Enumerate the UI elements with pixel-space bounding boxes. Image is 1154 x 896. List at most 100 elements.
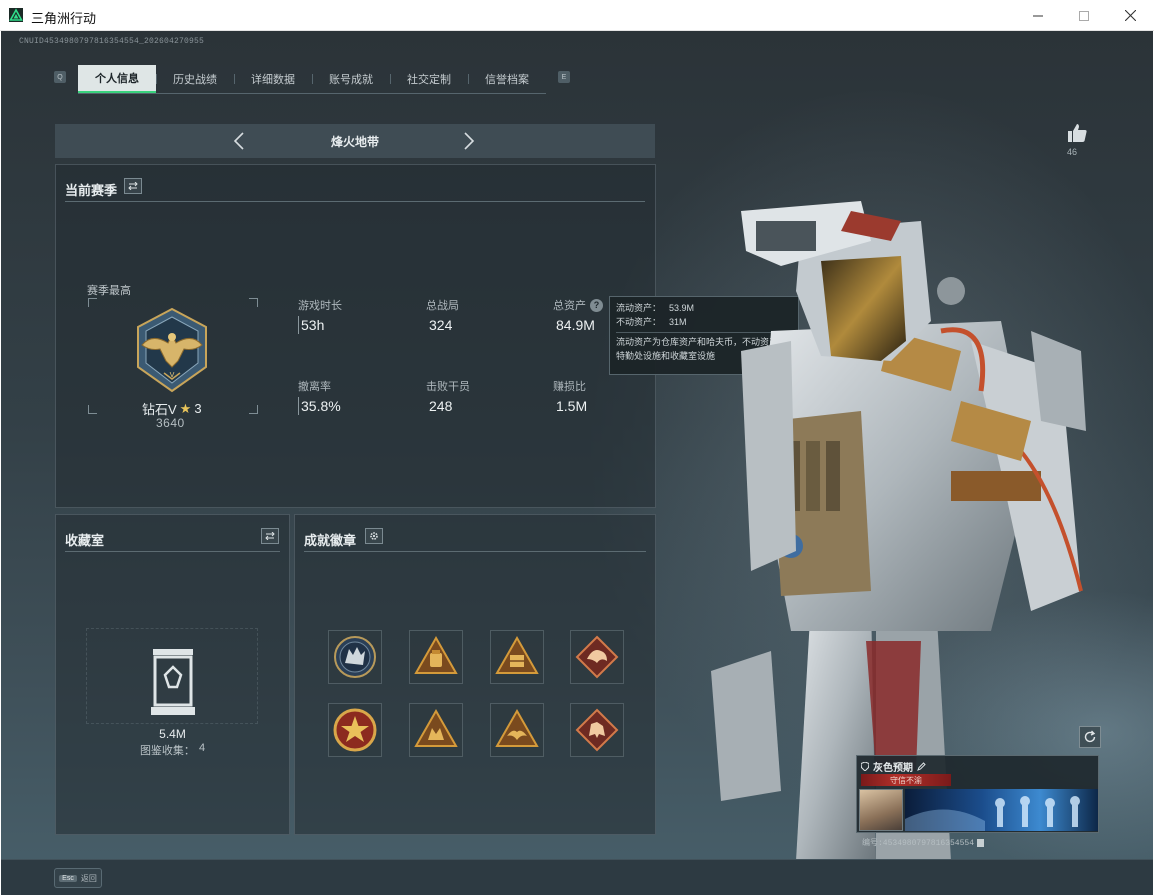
wolf-emblem-icon — [334, 636, 376, 678]
stat-value: 1.5M — [556, 398, 588, 414]
dragon-diamond-icon — [575, 635, 619, 679]
collection-title: 收藏室 — [65, 533, 105, 548]
tab-personal-info[interactable]: 个人信息 — [78, 65, 156, 93]
card-uid: 编号:4534980797816354554 — [862, 837, 985, 848]
help-icon[interactable]: ? — [590, 298, 603, 312]
rank-score: 3640 — [156, 416, 185, 430]
tab-social-custom[interactable]: 社交定制 — [390, 65, 468, 93]
mode-selector: 烽火地带 — [55, 124, 655, 158]
stat-label: 总战局 — [426, 300, 459, 312]
backpack-triangle-icon — [414, 635, 458, 674]
card-uid-text: 编号:4534980797816354554 — [862, 839, 975, 848]
maximize-icon — [1079, 10, 1089, 21]
badge-slot[interactable] — [570, 630, 624, 684]
swap-icon — [128, 182, 138, 190]
season-switch-button[interactable] — [124, 178, 142, 194]
star-medal-icon — [333, 708, 377, 752]
collection-switch-button[interactable] — [261, 528, 279, 544]
refresh-icon — [1084, 730, 1096, 743]
close-icon — [1124, 10, 1136, 21]
minimize-icon — [1033, 15, 1043, 16]
minimize-button[interactable] — [1015, 0, 1061, 31]
badge-slot[interactable] — [409, 703, 463, 757]
badge-slot[interactable] — [328, 703, 382, 757]
badge-slot[interactable] — [570, 703, 624, 757]
card-name-text: 灰色预期 — [873, 763, 913, 774]
tooltip-liquid-value: 53.9M — [669, 303, 695, 313]
beast-triangle-icon — [414, 708, 458, 747]
mode-next-button[interactable] — [460, 130, 478, 152]
crate-triangle-icon — [495, 635, 539, 674]
stat-profit-ratio: 赚损比 1.5M — [553, 379, 587, 415]
tab-history[interactable]: 历史战绩 — [156, 65, 234, 93]
stat-play-time: 游戏时长 53h — [298, 298, 342, 334]
stat-total-matches: 总战局 324 — [426, 298, 459, 334]
collection-panel: 收藏室 5.4M 图鉴收集： 4 — [55, 514, 290, 835]
tab-next-key[interactable]: E — [558, 71, 570, 83]
tab-credit-record[interactable]: 信誉档案 — [468, 65, 546, 93]
collection-divider — [65, 551, 280, 552]
tooltip-liquid-label: 流动资产： — [616, 303, 662, 313]
swap-icon — [265, 532, 275, 540]
stat-value: 35.8% — [301, 398, 341, 414]
maximize-button[interactable] — [1061, 0, 1107, 31]
refresh-button[interactable] — [1079, 726, 1101, 748]
badge-slot[interactable] — [328, 630, 382, 684]
badge-slot[interactable] — [490, 703, 544, 757]
stat-label: 总资产 — [553, 300, 586, 312]
vault-display-case-icon[interactable] — [147, 647, 199, 717]
stat-label: 击败干员 — [426, 381, 470, 393]
stat-value: 248 — [429, 398, 453, 414]
eagle-triangle-icon — [495, 708, 539, 747]
badge-slot[interactable] — [409, 630, 463, 684]
tab-achievements[interactable]: 账号成就 — [312, 65, 390, 93]
season-divider — [65, 201, 645, 202]
rank-stars: 3 — [194, 401, 202, 416]
shield-icon — [861, 762, 869, 771]
stat-total-assets: 总资产? 84.9M — [553, 298, 603, 334]
uid-text: CNUID4534980797816354554_202604270955 — [19, 37, 205, 46]
chevron-right-icon — [464, 132, 475, 150]
vault-value: 5.4M — [159, 727, 186, 741]
window-title: 三角洲行动 — [31, 12, 97, 27]
diamond-rank-emblem-icon: V — [137, 307, 207, 393]
stat-label: 撤离率 — [298, 381, 331, 393]
window-titlebar: 三角洲行动 — [0, 0, 1154, 31]
tab-prev-key[interactable]: Q — [54, 71, 66, 83]
stat-label: 游戏时长 — [298, 300, 342, 312]
esc-key-label: Esc — [59, 874, 77, 882]
back-label: 返回 — [80, 873, 97, 883]
vault-count-value: 4 — [198, 742, 206, 754]
star-icon: ★ — [179, 400, 192, 416]
edit-icon[interactable] — [917, 762, 926, 771]
vault-count: 图鉴收集： 4 — [56, 742, 289, 758]
copy-icon[interactable] — [977, 838, 985, 847]
stat-kills: 击败干员 248 — [426, 379, 470, 415]
badges-settings-button[interactable] — [365, 528, 383, 544]
card-banner-image — [905, 789, 1098, 831]
game-viewport: CNUID4534980797816354554_202604270955 Q … — [1, 31, 1153, 895]
stat-value: 53h — [301, 317, 325, 333]
player-card[interactable]: 灰色预期 守信不渝 — [856, 755, 1099, 833]
profile-tabs: 个人信息 历史战绩 详细数据 账号成就 社交定制 信誉档案 — [78, 65, 546, 93]
thumbs-up-icon[interactable] — [1066, 122, 1088, 144]
mode-prev-button[interactable] — [230, 130, 248, 152]
current-season-panel: 当前赛季 赛季最高 V 钻石V ★ 3 3640 游戏时长 53h 总战局 32… — [55, 164, 656, 508]
svg-text:V: V — [170, 371, 175, 379]
achievement-badges-panel: 成就徽章 — [294, 514, 656, 835]
badges-title: 成就徽章 — [304, 533, 357, 548]
mode-title: 烽火地带 — [330, 134, 379, 149]
badge-slot[interactable] — [490, 630, 544, 684]
dog-diamond-icon — [575, 708, 619, 752]
tab-detailed-data[interactable]: 详细数据 — [234, 65, 312, 93]
card-name: 灰色预期 — [861, 759, 926, 774]
stat-extract-rate: 撤离率 35.8% — [298, 379, 341, 415]
back-button[interactable]: Esc 返回 — [54, 868, 102, 888]
tooltip-fixed-value: 31M — [669, 317, 687, 327]
close-button[interactable] — [1107, 0, 1153, 31]
vault-count-label: 图鉴收集： — [139, 745, 195, 757]
app-logo-icon — [9, 8, 23, 22]
card-tag: 守信不渝 — [861, 774, 951, 786]
tooltip-fixed-label: 不动资产： — [616, 317, 662, 327]
like-count: 46 — [1067, 147, 1078, 157]
